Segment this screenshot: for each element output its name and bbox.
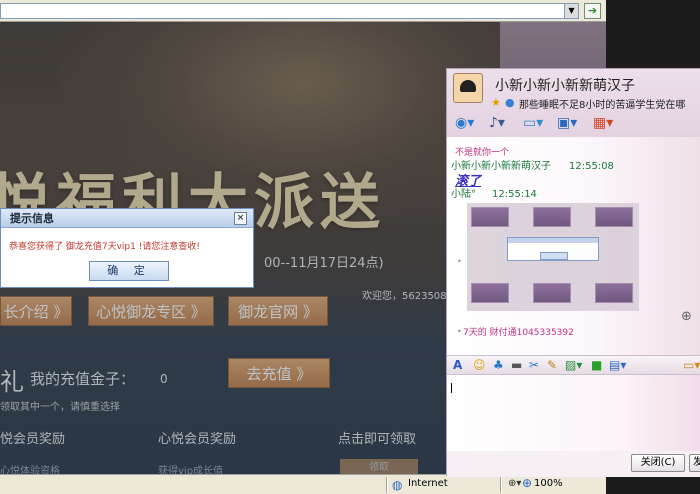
thumbnail-tile (533, 283, 571, 303)
zone-label: Internet (408, 478, 448, 489)
image-icon[interactable]: ▨▾ (565, 358, 582, 372)
gift-icon[interactable]: ■ (591, 358, 602, 372)
emoji-icon[interactable]: ☺ (473, 358, 486, 372)
notice-dialog: 提示信息 × 恭喜您获得了 御龙充值7天vip1 !请您注意查收! 确 定 (0, 208, 254, 288)
more-icon[interactable]: ▤▾ (609, 358, 626, 372)
thumbnail-tile (471, 283, 509, 303)
microphone-icon[interactable]: ♪▾ (489, 115, 505, 131)
address-input[interactable] (0, 3, 570, 19)
apps-icon[interactable]: ▦▾ (593, 115, 613, 131)
contact-signature: 那些睡眠不足8小时的苦逼学生党在哪 (519, 100, 686, 111)
thumbnail-tile (595, 283, 633, 303)
screenshot-image[interactable] (467, 203, 639, 311)
message-text: 7天的 财付通1045335392 (463, 328, 574, 338)
close-icon[interactable]: × (234, 212, 247, 225)
message-time: 12:55:08 (569, 161, 614, 172)
zoom-level[interactable]: 100% (534, 478, 563, 489)
send-button[interactable]: 发 (689, 454, 700, 472)
contact-name: 小新小新小新新萌汉子 (495, 78, 635, 94)
zoom-icon[interactable]: ⊕ (522, 476, 532, 490)
message-history[interactable]: 不是就你一个 小新小新小新新萌汉子 12:55:08 滚了 小陆° 12:55:14… (447, 137, 700, 355)
address-bar: ▼ ➔ (0, 0, 606, 22)
address-dropdown-icon[interactable]: ▼ (564, 3, 579, 19)
close-button[interactable]: 关闭(C) (631, 454, 685, 472)
bullet-icon: • (457, 257, 462, 266)
video-call-icon[interactable]: ◉▾ (455, 115, 474, 131)
chat-header: 小新小新小新新萌汉子 ★ ● 那些睡眠不足8小时的苦逼学生党在哪 ◉▾ ♪▾ ▭… (447, 69, 700, 137)
thumbnail-dialog (507, 237, 599, 261)
go-arrow-icon[interactable]: ➔ (584, 3, 601, 19)
thumbnail-tile (471, 207, 509, 227)
input-toolbar: A ☺ ♣ ▬ ✂ ✎ ▨▾ ■ ▤▾ ▭▾ (447, 355, 700, 375)
chat-toolbar: ◉▾ ♪▾ ▭▾ ▣▾ ▦▾ (447, 111, 700, 137)
ok-button[interactable]: 确 定 (89, 261, 169, 281)
text-caret (451, 383, 452, 393)
magnifier-icon[interactable]: ⊕ (681, 309, 692, 324)
status-separator (386, 477, 388, 493)
shake-icon[interactable]: ♣ (493, 358, 504, 372)
status-separator (500, 477, 502, 493)
settings-icon[interactable]: ▭▾ (683, 358, 700, 372)
edit-icon[interactable]: ✎ (547, 358, 557, 372)
message-time: 12:55:14 (492, 189, 537, 200)
globe-icon: ◍ (392, 478, 403, 492)
avatar[interactable] (453, 73, 483, 103)
dialog-message: 恭喜您获得了 御龙充值7天vip1 !请您注意查收! (9, 242, 200, 252)
thumbnail-tile (595, 207, 633, 227)
dialog-title-text: 提示信息 (10, 212, 54, 225)
message-input[interactable] (447, 375, 700, 451)
file-transfer-icon[interactable]: ▭▾ (523, 115, 543, 131)
globe-icon: ● (505, 96, 515, 109)
remote-desktop-icon[interactable]: ▣▾ (557, 115, 577, 131)
scissors-icon[interactable]: ✂ (529, 358, 539, 372)
bullet-icon: • (457, 327, 462, 336)
message-sender: 小陆° 12:55:14 (451, 185, 537, 200)
voice-icon[interactable]: ▬ (511, 358, 522, 372)
chat-footer: 关闭(C) 发 (447, 451, 700, 477)
font-icon[interactable]: A (453, 358, 462, 372)
sender-name: 小陆° (451, 189, 476, 200)
protected-mode-icon[interactable]: ⊕▾ (508, 478, 521, 489)
thumbnail-tile (533, 207, 571, 227)
chat-window: 小新小新小新新萌汉子 ★ ● 那些睡眠不足8小时的苦逼学生党在哪 ◉▾ ♪▾ ▭… (446, 68, 700, 477)
status-bar: ◍ Internet ⊕▾ ⊕ 100% (0, 474, 606, 494)
dialog-title: 提示信息 × (1, 209, 253, 228)
star-icon: ★ (491, 96, 501, 109)
